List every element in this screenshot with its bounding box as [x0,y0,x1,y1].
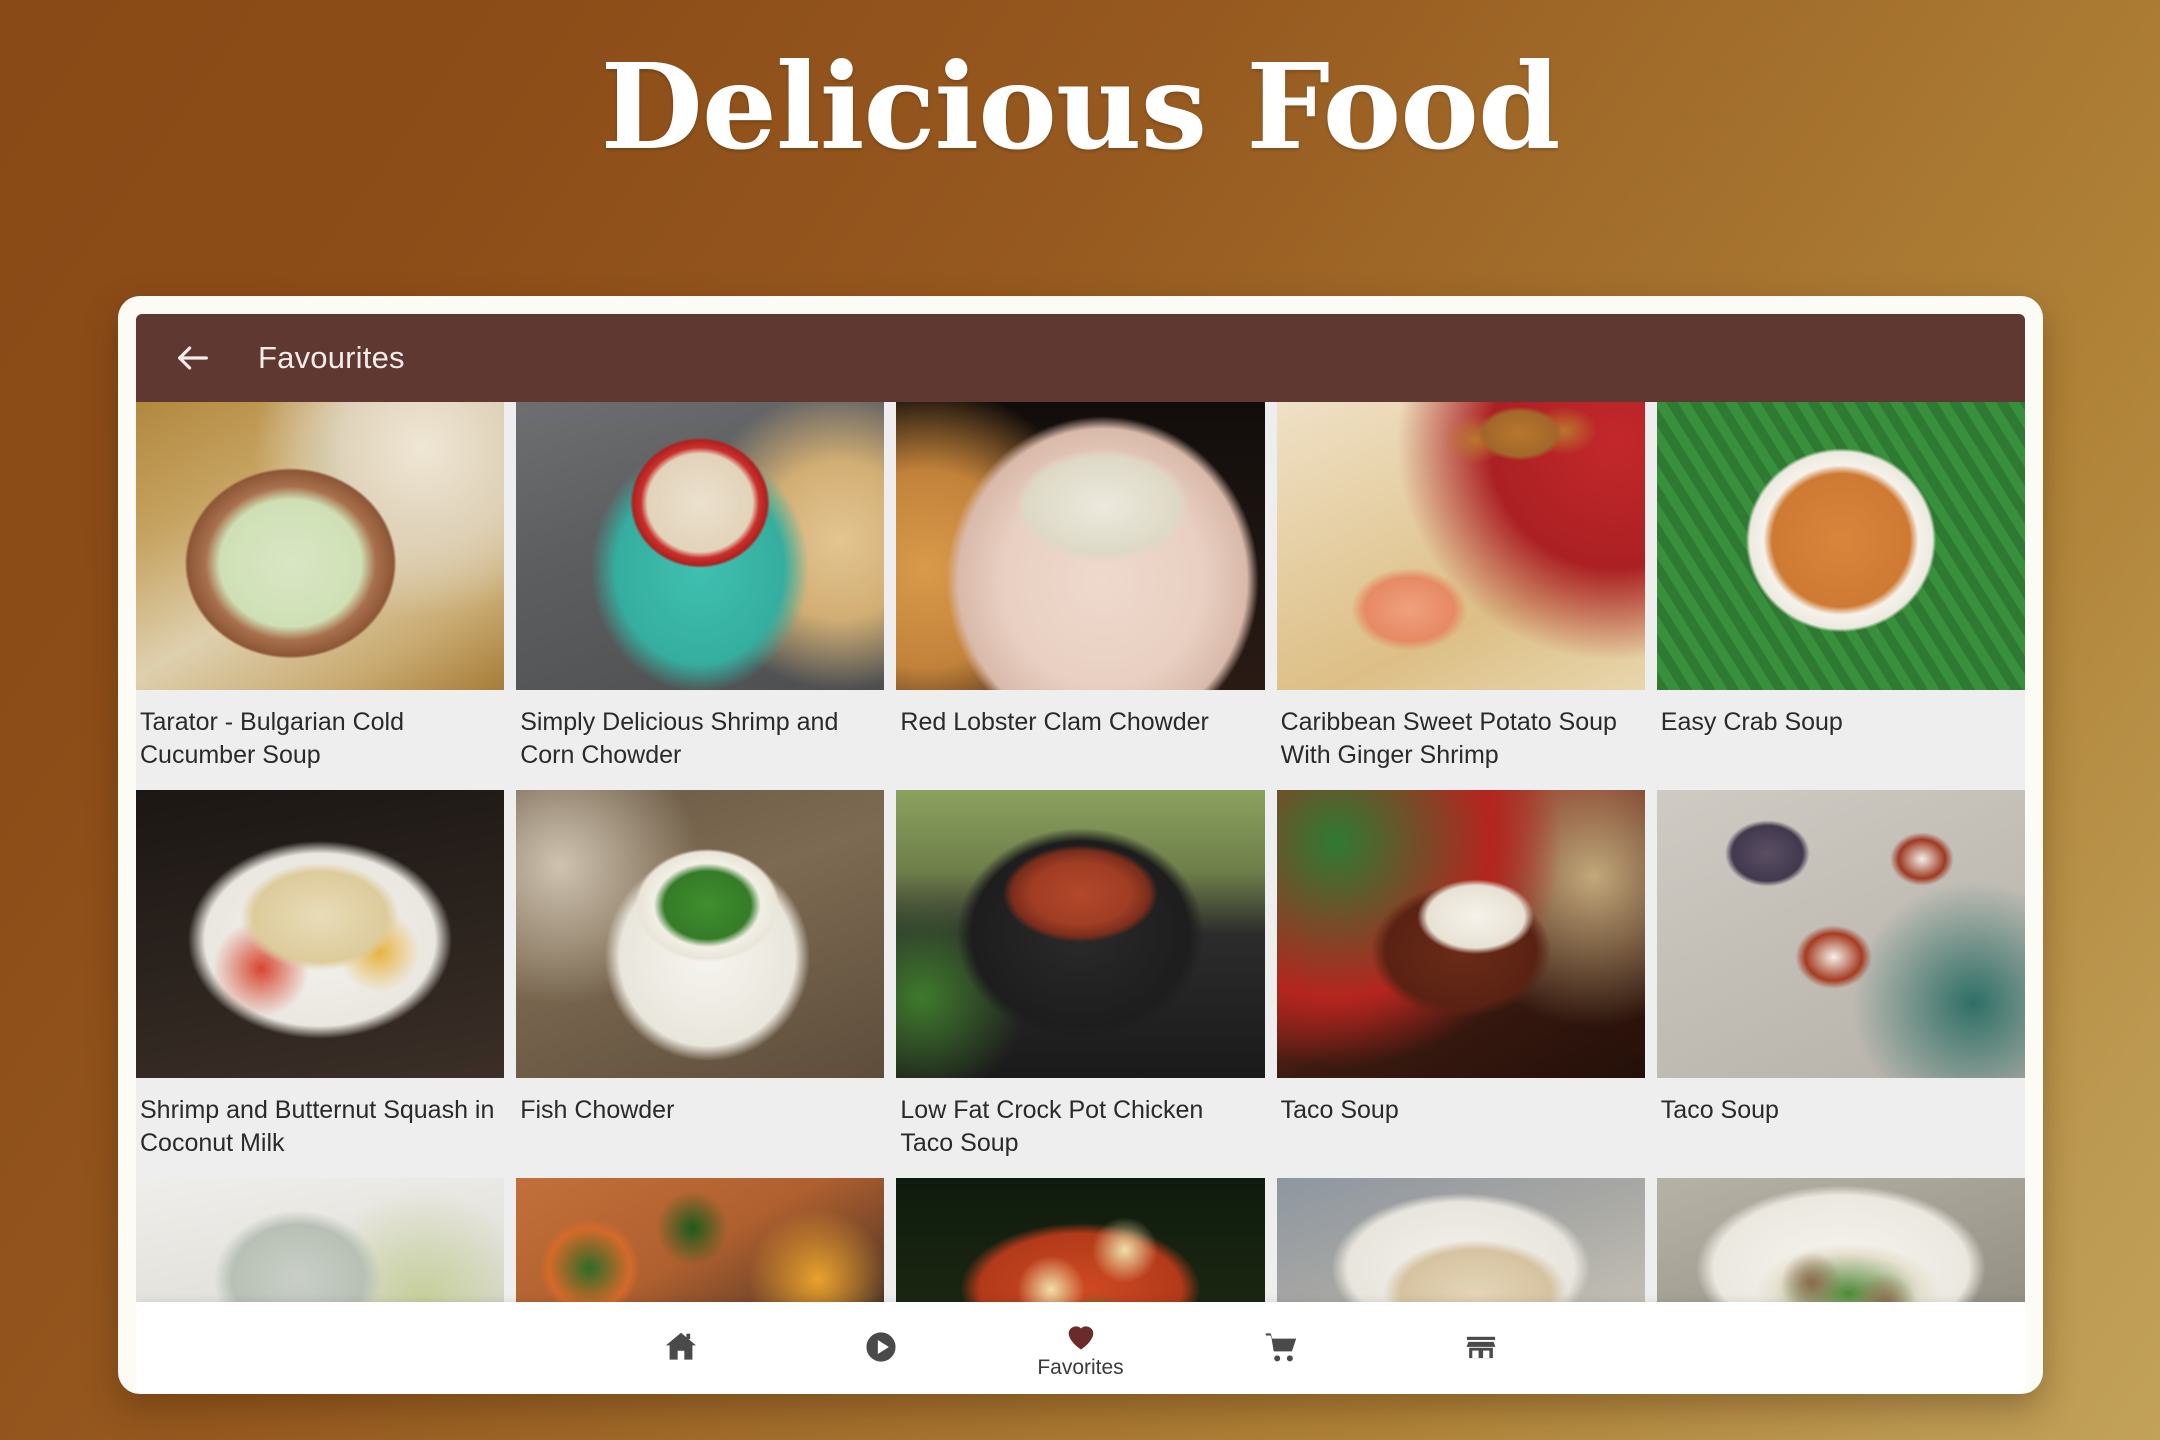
recipe-card[interactable]: Tarator - Bulgarian Cold Cucumber Soup [136,402,505,790]
recipe-title: Fish Chowder [520,1096,675,1124]
recipe-thumbnail[interactable] [896,790,1265,1078]
recipe-card[interactable]: Easy Crab Soup [1656,402,2025,790]
app-toolbar: Favourites [136,314,2025,402]
recipe-title: Red Lobster Clam Chowder [900,708,1209,736]
page-title: Delicious Food [600,37,1561,176]
recipe-card[interactable]: Caribbean Sweet Potato Soup With Ginger … [1276,402,1645,790]
recipe-thumbnail[interactable] [1656,402,2025,690]
nav-item-favorites[interactable]: Favorites [981,1318,1181,1378]
play-circle-icon [862,1328,900,1366]
recipe-card[interactable]: Low Fat Crock Pot Chicken Taco Soup [896,790,1265,1178]
recipe-thumbnail[interactable] [896,402,1265,690]
recipe-card[interactable]: Taco Soup [1656,790,2025,1178]
recipe-title: Taco Soup [1660,1096,1779,1124]
recipe-thumbnail[interactable] [516,790,885,1078]
recipe-title: Shrimp and Butternut Squash in Coconut M… [140,1096,495,1157]
recipe-thumbnail[interactable] [1656,790,2025,1078]
recipe-thumbnail[interactable] [516,402,885,690]
recipe-title: Taco Soup [1280,1096,1399,1124]
recipe-title: Simply Delicious Shrimp and Corn Chowder [520,708,839,769]
bottom-navigation-bar: Favorites [136,1302,2025,1394]
nav-item-play[interactable] [781,1328,981,1369]
app-screen: Favourites Tarator - Bulgarian Cold Cucu… [136,314,2025,1394]
recipe-card[interactable]: Simply Delicious Shrimp and Corn Chowder [516,402,885,790]
toolbar-title: Favourites [258,340,405,375]
recipe-title: Easy Crab Soup [1660,708,1843,736]
recipe-card[interactable]: Taco Soup [1276,790,1645,1178]
recipe-thumbnail[interactable] [136,402,505,690]
recipe-card[interactable]: Red Lobster Clam Chowder [896,402,1265,790]
recipe-thumbnail[interactable] [136,790,505,1078]
nav-item-cart[interactable] [1181,1328,1381,1369]
nav-label-favorites: Favorites [1037,1356,1124,1379]
recipe-card[interactable]: Shrimp and Butternut Squash in Coconut M… [136,790,505,1178]
back-arrow-icon[interactable] [170,335,216,381]
recipe-title: Low Fat Crock Pot Chicken Taco Soup [900,1096,1204,1157]
store-icon [1463,1329,1499,1365]
recipe-thumbnail[interactable] [1276,790,1645,1078]
recipe-grid-row-2: Shrimp and Butternut Squash in Coconut M… [136,790,2025,1178]
recipe-grid-row-1: Tarator - Bulgarian Cold Cucumber Soup Si… [136,402,2025,790]
app-window-frame: Favourites Tarator - Bulgarian Cold Cucu… [118,296,2043,1394]
recipe-thumbnail[interactable] [1276,402,1645,690]
recipe-card[interactable]: Fish Chowder [516,790,885,1178]
recipe-title: Caribbean Sweet Potato Soup With Ginger … [1280,708,1617,769]
shopping-cart-icon [1262,1328,1300,1366]
nav-item-store[interactable] [1381,1329,1581,1368]
nav-item-home[interactable] [581,1328,781,1369]
recipe-title: Tarator - Bulgarian Cold Cucumber Soup [140,708,405,769]
home-icon [662,1328,700,1366]
heart-icon [1063,1318,1099,1354]
